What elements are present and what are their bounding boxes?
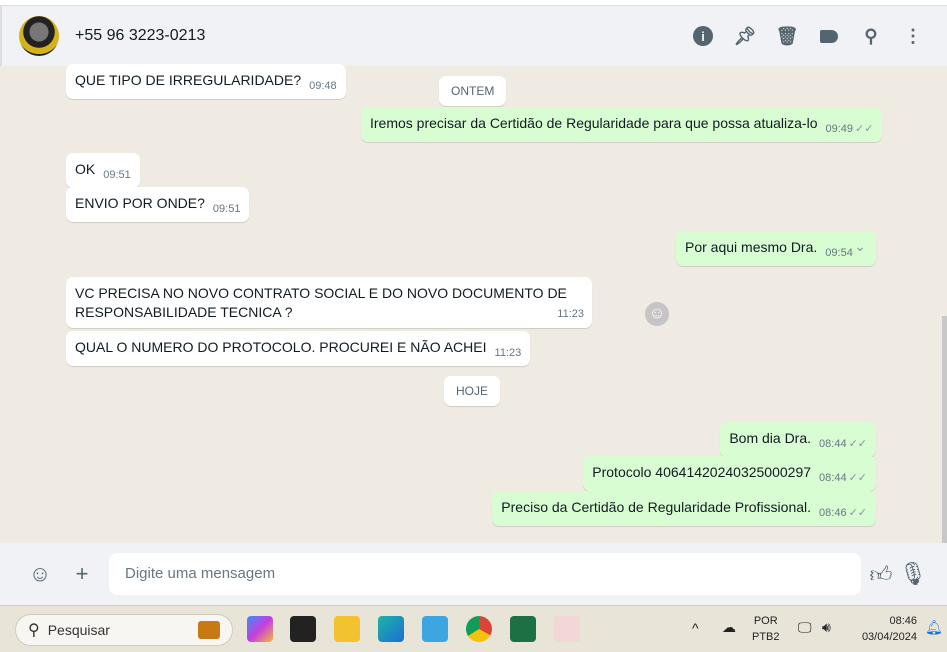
lang-text: POR — [753, 615, 778, 627]
microphone-icon[interactable]: 🎙︎ — [898, 561, 928, 587]
composer: ☺ + Digite uma mensagem 👍︎ 🎙︎ — [0, 543, 947, 605]
message-text: Por aqui mesmo Dra. — [685, 239, 818, 255]
message-text: Preciso da Certidão de Regularidade Prof… — [501, 499, 812, 515]
volume-icon[interactable]: 🔊︎ — [822, 619, 831, 635]
label-icon[interactable] — [819, 26, 839, 46]
message-time: 09:51 — [212, 203, 241, 215]
message-time: 09:48 — [309, 80, 337, 92]
message-in[interactable]: QUAL O NUMERO DO PROTOCOLO. PROCUREI E N… — [66, 331, 531, 366]
message-text: QUE TIPO DE IRREGULARIDADE? — [75, 72, 302, 88]
search-placeholder: Pesquisar — [47, 622, 110, 638]
message-in[interactable]: QUE TIPO DE IRREGULARIDADE? 09:48 — [66, 64, 346, 99]
message-input[interactable]: Digite uma mensagem — [109, 553, 861, 595]
emoji-icon[interactable]: ☺ — [25, 561, 55, 587]
delete-icon[interactable]: 🗑︎ — [776, 26, 799, 46]
message-out[interactable]: Por aqui mesmo Dra. 09:54 ⌄ — [676, 231, 876, 266]
message-time: 08:44 — [819, 438, 847, 450]
message-text: Bom dia Dra. — [729, 430, 812, 446]
message-list[interactable]: QUE TIPO DE IRREGULARIDADE? 09:48 ONTEM I… — [0, 64, 947, 596]
chevron-up-icon[interactable]: ^ — [692, 620, 699, 636]
message-text: Protocolo 40641420240325000297 — [592, 464, 812, 480]
chat-header: +55 96 3223-0213 i 📌︎ 🗑︎ ⚲ ⋮ — [0, 6, 947, 66]
date-divider: HOJE — [444, 376, 501, 406]
contact-avatar[interactable] — [19, 16, 59, 56]
edge-icon[interactable] — [378, 616, 404, 642]
thumbs-up-icon[interactable]: 👍︎ — [866, 561, 896, 588]
taskbar-search[interactable]: ⚲ Pesquisar — [15, 614, 233, 646]
menu-icon[interactable]: ⋮ — [903, 26, 923, 46]
contact-name[interactable]: +55 96 3223-0213 — [75, 27, 205, 45]
react-emoji-icon[interactable]: ☺ — [645, 302, 669, 326]
clock-time: 08:46 — [889, 615, 917, 627]
task-view-icon[interactable] — [290, 616, 316, 642]
snipping-tool-icon[interactable] — [554, 616, 580, 642]
message-text: VC PRECISA NO NOVO CONTRATO SOCIAL E DO … — [75, 285, 567, 301]
message-text: ENVIO POR ONDE? — [75, 195, 205, 211]
message-out[interactable]: Protocolo 40641420240325000297 08:44 ✓✓ — [583, 456, 876, 491]
clock[interactable]: 08:46 03/04/2024 — [853, 613, 917, 645]
message-time: 11:23 — [494, 347, 522, 359]
message-time: 09:54 — [825, 247, 853, 259]
search-icon[interactable]: ⚲ — [861, 26, 881, 46]
message-text: Iremos precisar da Certidão de Regularid… — [370, 115, 818, 131]
network-icon[interactable]: 🖵︎ — [798, 619, 812, 635]
message-text: OK — [75, 161, 96, 177]
language-indicator[interactable]: POR PTB2 — [752, 613, 780, 645]
message-in[interactable]: VC PRECISA NO NOVO CONTRATO SOCIAL E DO … — [66, 277, 592, 328]
chrome-icon[interactable] — [466, 616, 492, 642]
read-ticks-icon: ✓✓ — [848, 438, 867, 450]
message-time: 09:49 — [825, 123, 854, 135]
pin-icon[interactable]: 📌︎ — [734, 26, 757, 46]
info-icon[interactable]: i — [693, 26, 713, 46]
read-ticks-icon: ✓✓ — [848, 507, 867, 519]
chevron-down-icon[interactable]: ⌄ — [854, 237, 866, 256]
message-out[interactable]: Preciso da Certidão de Regularidade Prof… — [492, 491, 876, 526]
read-ticks-icon: ✓✓ — [855, 123, 874, 135]
read-ticks-icon: ✓✓ — [848, 472, 867, 484]
message-out[interactable]: Iremos precisar da Certidão de Regularid… — [361, 107, 883, 142]
windows-taskbar: ⚲ Pesquisar ^ ☁ POR PTB2 🖵︎ 🔊︎ 08:46 03/04/… — [0, 605, 947, 652]
keyboard-text: PTB2 — [752, 631, 780, 643]
file-explorer-icon[interactable] — [334, 616, 360, 642]
briefcase-icon — [198, 621, 220, 639]
message-in[interactable]: OK 09:51 — [66, 153, 140, 188]
search-icon: ⚲ — [28, 622, 40, 639]
message-text: RESPONSABILIDADE TECNICA ? — [75, 304, 293, 320]
message-time: 09:51 — [103, 169, 131, 181]
clock-date: 03/04/2024 — [861, 631, 917, 643]
notification-bell-icon[interactable]: 🔔︎ — [925, 619, 943, 635]
message-time: 11:23 — [557, 308, 584, 320]
date-divider: ONTEM — [439, 76, 507, 106]
attach-plus-icon[interactable]: + — [67, 561, 97, 587]
message-in[interactable]: ENVIO POR ONDE? 09:51 — [66, 187, 250, 222]
message-out[interactable]: Bom dia Dra. 08:44 ✓✓ — [720, 422, 876, 457]
copilot-icon[interactable] — [247, 616, 273, 642]
message-text: QUAL O NUMERO DO PROTOCOLO. PROCUREI E N… — [75, 339, 487, 355]
cloud-off-icon[interactable]: ☁ — [722, 619, 736, 635]
message-time: 08:44 — [819, 472, 847, 484]
notepad-icon[interactable] — [422, 616, 448, 642]
message-time: 08:46 — [819, 507, 847, 519]
excel-icon[interactable] — [510, 616, 536, 642]
